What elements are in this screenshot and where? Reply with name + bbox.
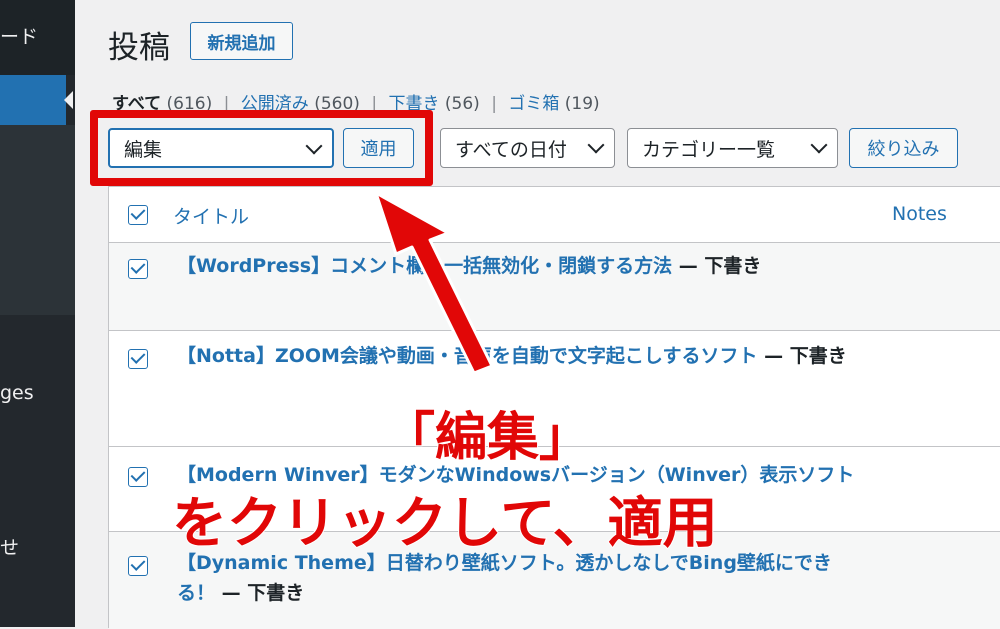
annotation-line1: 「編集」 [382, 407, 592, 469]
annotation-line2: をクリックして、適用 [171, 490, 719, 556]
